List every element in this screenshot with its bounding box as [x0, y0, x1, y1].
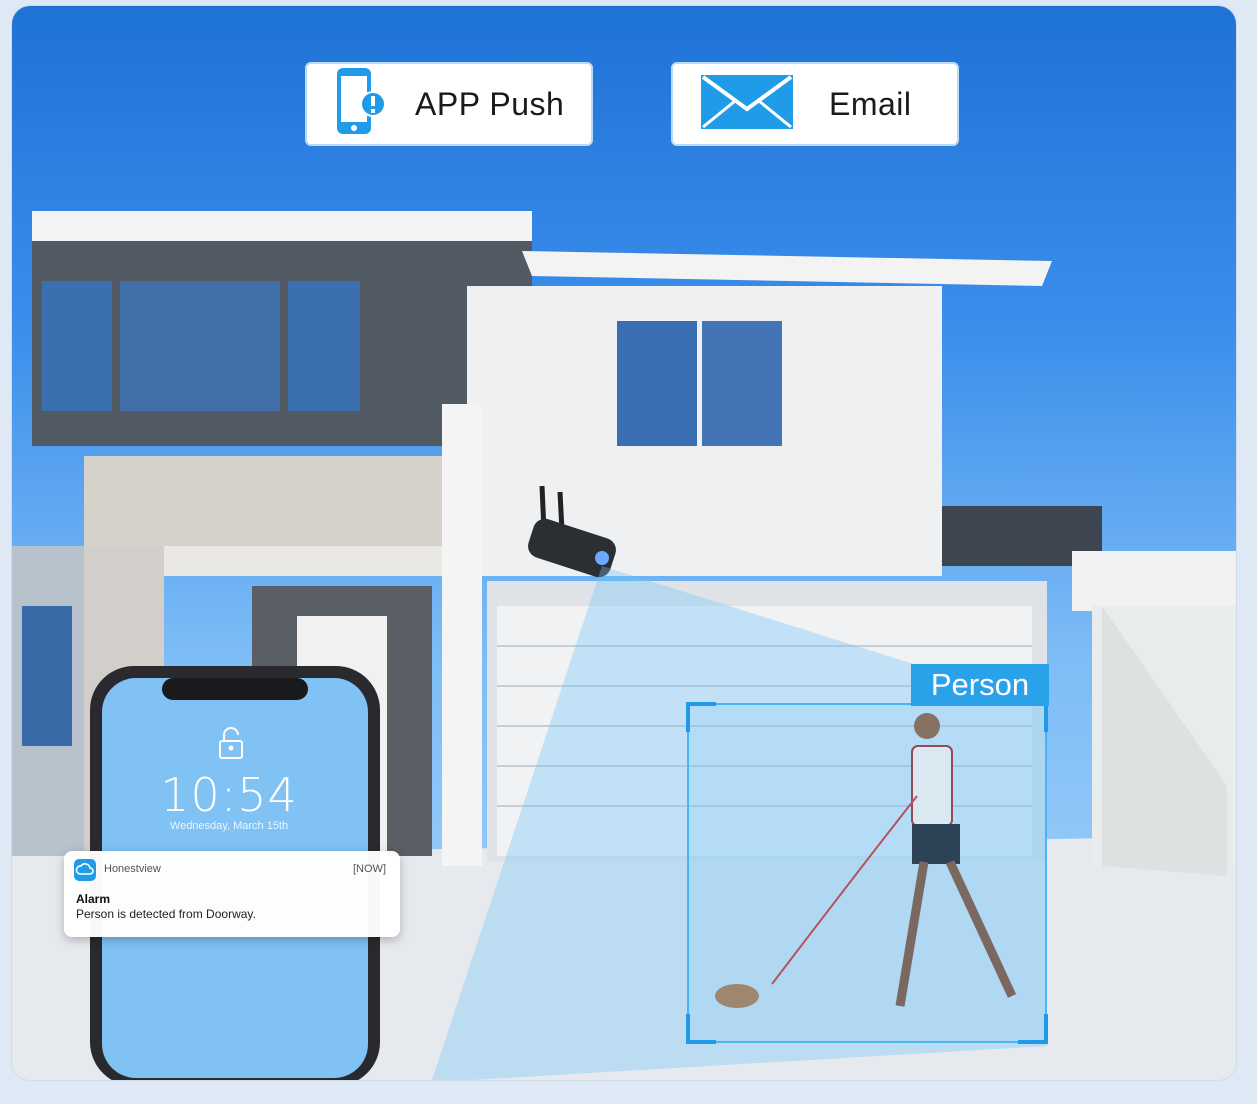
notification-message: Person is detected from Doorway.	[76, 907, 256, 921]
app-push-badge: APP Push	[305, 62, 593, 146]
app-push-label: APP Push	[415, 85, 565, 122]
app-cloud-icon	[74, 859, 96, 886]
lockscreen-date: Wednesday, March 15th	[169, 820, 289, 832]
phone-alert-icon	[335, 66, 387, 143]
lock-icon	[217, 726, 245, 765]
email-label: Email	[829, 85, 912, 122]
email-badge: Email	[671, 62, 959, 146]
person-detection-box	[686, 702, 1048, 1044]
product-image: APP Push Email Person 10:54 Wednesday, M…	[12, 6, 1236, 1080]
push-notification[interactable]: Honestview [NOW] Alarm Person is detecte…	[64, 851, 400, 937]
notification-title: Alarm	[76, 892, 111, 906]
envelope-icon	[699, 73, 795, 136]
person-detection-label: Person	[911, 664, 1049, 706]
lockscreen-time: 10:54	[160, 768, 298, 822]
notification-app-name: Honestview	[104, 863, 161, 875]
notification-timestamp: [NOW]	[353, 863, 386, 875]
